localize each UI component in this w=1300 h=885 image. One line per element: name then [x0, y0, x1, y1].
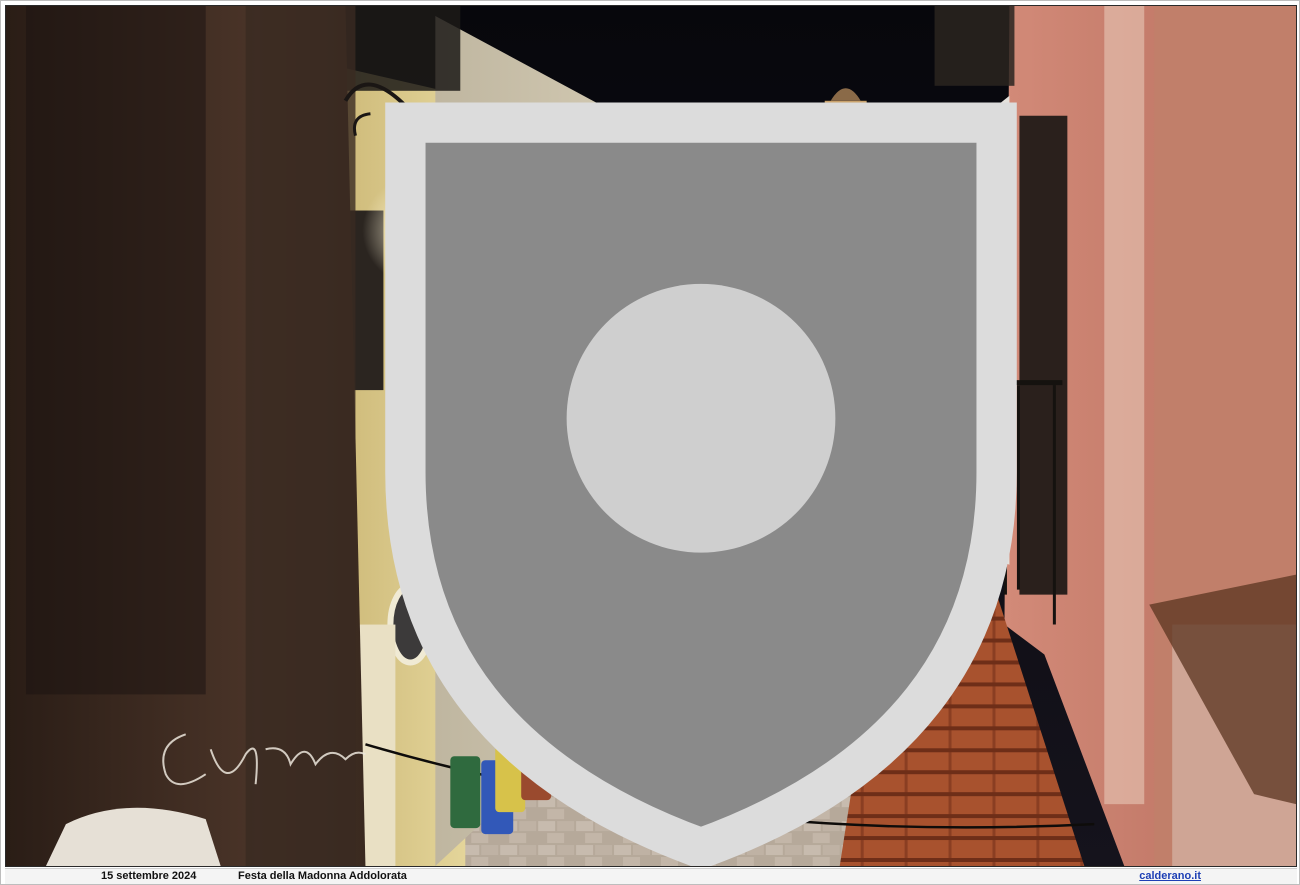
website-link[interactable]: calderano.it — [1139, 869, 1201, 884]
event-title: Festa della Madonna Addolorata — [238, 870, 407, 882]
photo-frame: 15 settembre 2024 Festa della Madonna Ad… — [0, 0, 1300, 885]
photo-date: 15 settembre 2024 — [101, 870, 197, 882]
caption-bar: 15 settembre 2024 Festa della Madonna Ad… — [5, 868, 1297, 884]
street-photograph — [5, 5, 1297, 867]
town-crest-icon — [385, 102, 1017, 866]
